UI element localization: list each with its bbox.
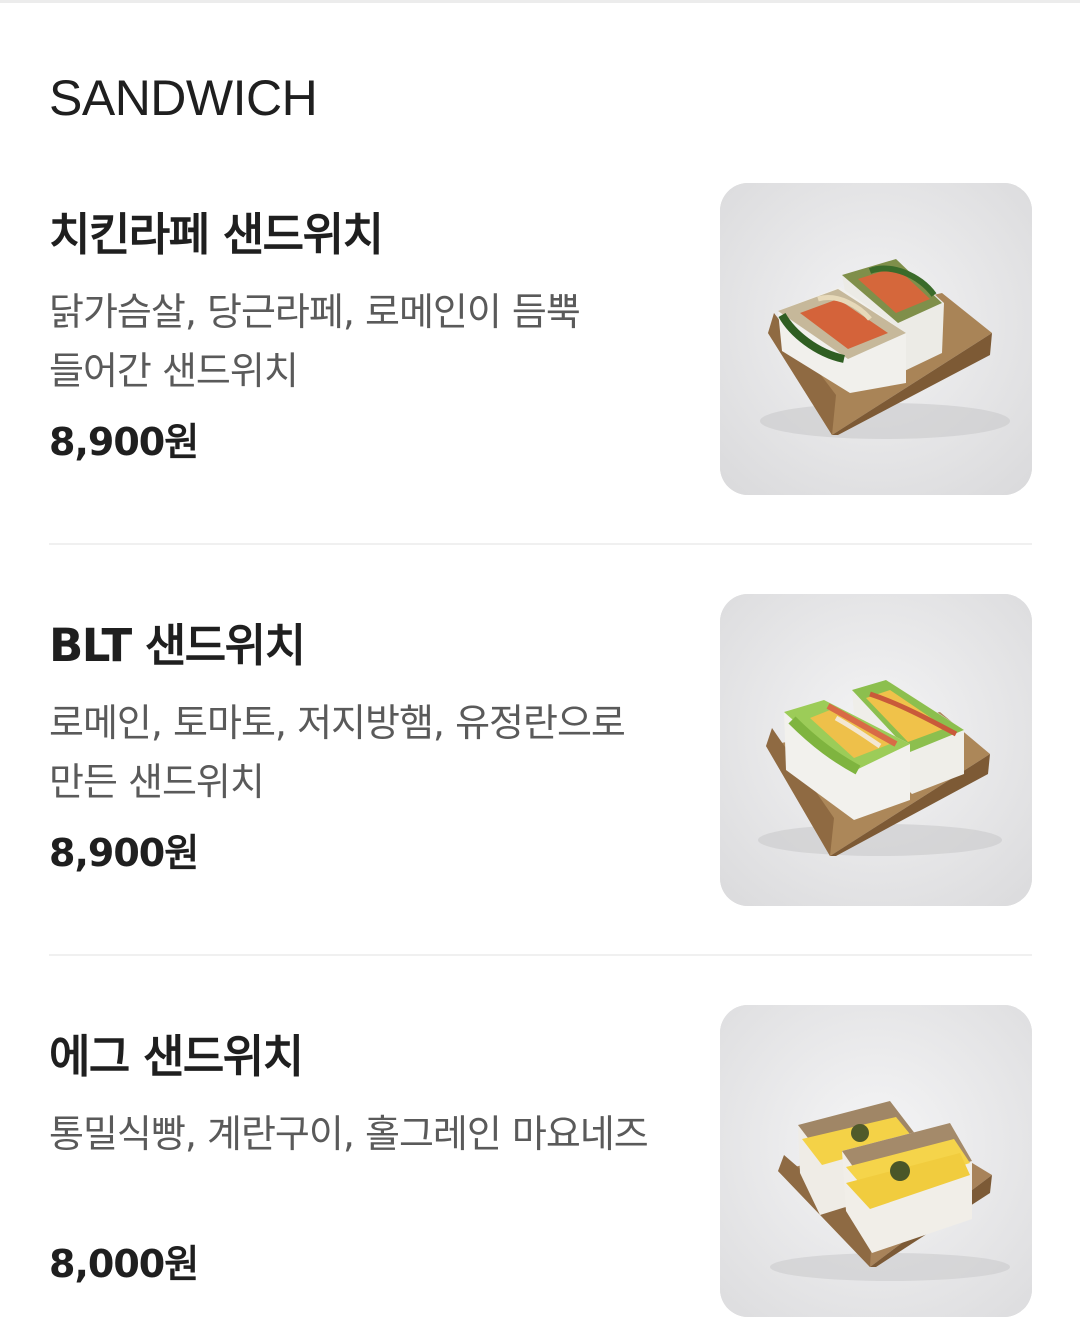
section-title: SANDWICH: [49, 70, 318, 126]
egg-sandwich-photo: [720, 1005, 1032, 1317]
item-description: 닭가슴살, 당근라페, 로메인이 듬뿍 들어간 샌드위치: [49, 290, 581, 393]
item-name: 에그 샌드위치: [49, 1030, 304, 1083]
menu-item-blt[interactable]: BLT 샌드위치 로메인, 토마토, 저지방햄, 유정란으로 만든 샌드위치 8…: [49, 594, 1032, 906]
chicken-rapee-sandwich-photo: [720, 183, 1032, 495]
menu-item-chicken-rapee[interactable]: 치킨라페 샌드위치 닭가슴살, 당근라페, 로메인이 듬뿍 들어간 샌드위치 8…: [49, 183, 1032, 495]
item-name: 치킨라페 샌드위치: [49, 208, 384, 261]
item-description: 통밀식빵, 계란구이, 홀그레인 마요네즈: [49, 1112, 649, 1156]
item-price: 8,900원: [49, 831, 199, 875]
item-price: 8,000원: [49, 1242, 199, 1286]
item-price: 8,900원: [49, 420, 199, 464]
item-divider: [49, 543, 1032, 545]
blt-sandwich-photo: [720, 594, 1032, 906]
item-divider: [49, 954, 1032, 956]
item-description: 로메인, 토마토, 저지방햄, 유정란으로 만든 샌드위치: [49, 701, 626, 804]
menu-item-egg[interactable]: 에그 샌드위치 통밀식빵, 계란구이, 홀그레인 마요네즈 8,000원: [49, 1005, 1032, 1317]
item-name: BLT 샌드위치: [49, 619, 306, 672]
top-divider: [0, 0, 1080, 3]
